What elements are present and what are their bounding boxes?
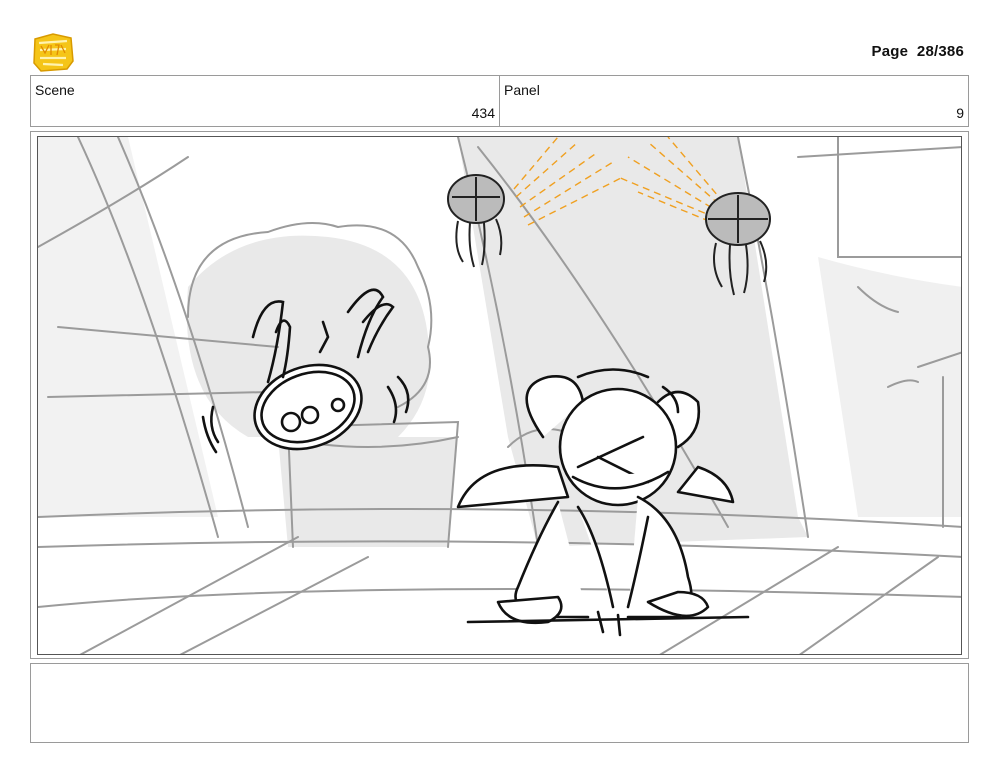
show-logo-icon [31, 31, 75, 73]
storyboard-panel-frame [30, 131, 969, 659]
panel-label: Panel [504, 82, 540, 98]
page-count: 28/386 [916, 43, 964, 60]
scene-cell: Scene 434 [31, 76, 500, 126]
scene-panel-info: Scene 434 Panel 9 [30, 75, 969, 127]
panel-value: 9 [956, 105, 964, 121]
panel-cell: Panel 9 [500, 76, 968, 126]
page-label: Page [871, 43, 909, 60]
panel-notes-box [30, 663, 969, 743]
storyboard-drawing [37, 136, 962, 655]
page-number: Page 28/386 [872, 43, 965, 60]
scene-value: 434 [471, 105, 495, 121]
sketch-canvas [38, 137, 961, 654]
scene-label: Scene [35, 82, 75, 98]
